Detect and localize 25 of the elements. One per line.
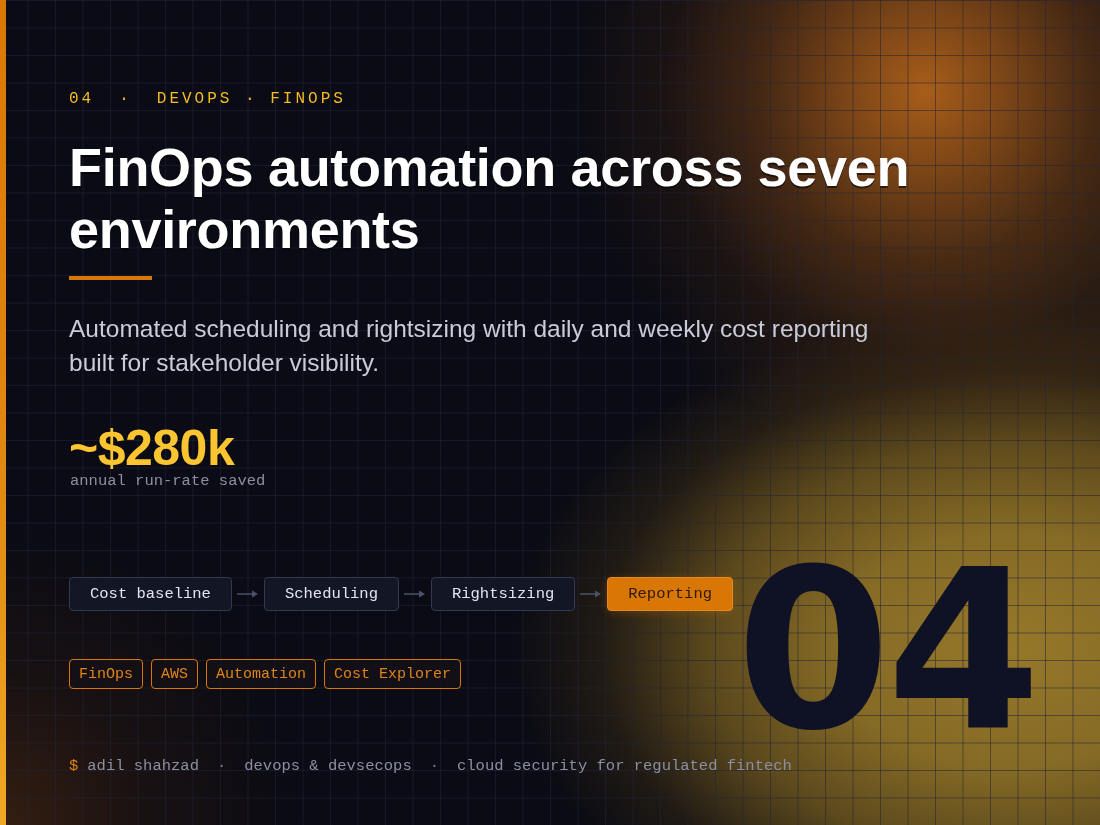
tech-tag: FinOps xyxy=(69,659,143,689)
tech-tag: Cost Explorer xyxy=(324,659,462,689)
prompt-symbol: $ xyxy=(69,756,79,776)
metric-label: annual run-rate saved xyxy=(70,471,266,491)
separator-dot: · xyxy=(428,756,440,776)
separator-dot: · xyxy=(215,756,228,776)
arrow-right-icon xyxy=(236,589,259,599)
arrow-right-icon xyxy=(580,589,603,599)
footer-text: cloud security for regulated fintech xyxy=(457,756,792,776)
metric-value: ~$280k xyxy=(69,425,235,471)
footer-text: devops & devsecops xyxy=(244,756,412,776)
category-label: DEVOPS · FINOPS xyxy=(156,89,346,110)
pipeline-step: Cost baseline xyxy=(69,577,232,611)
footer-text: adil shahzad xyxy=(87,756,199,776)
section-number: 04 xyxy=(69,89,95,110)
slide-title: FinOps automation across seven environments xyxy=(69,136,911,260)
tech-tag: AWS xyxy=(151,659,199,689)
pipeline-step: Rightsizing xyxy=(430,577,576,611)
separator-dot: · xyxy=(119,89,132,110)
pipeline-step: Reporting xyxy=(607,577,733,611)
arrow-right-icon xyxy=(403,589,426,599)
big-section-number: 04 xyxy=(736,560,1037,740)
pipeline-step: Scheduling xyxy=(263,577,399,611)
tech-tag: Automation xyxy=(206,659,317,689)
summary-text: Automated scheduling and rightsizing with daily and weekly cost reporting built for stakeholder visibility. xyxy=(69,314,870,378)
